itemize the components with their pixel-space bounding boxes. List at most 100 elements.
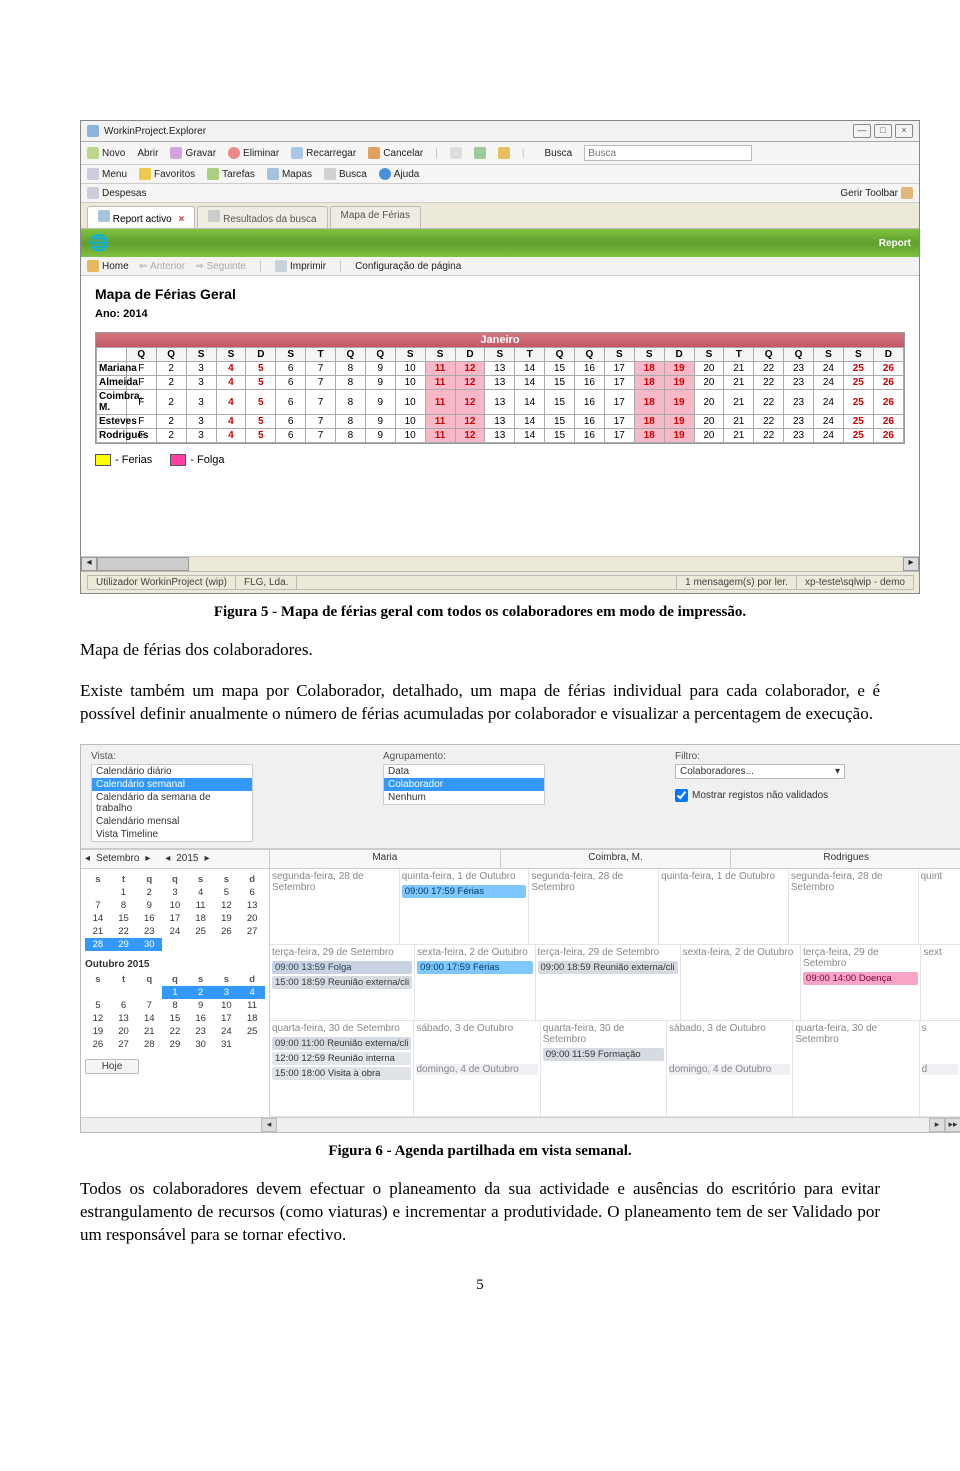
report-header-band: 🌐 Mapa de Férias Geral Report [81,229,919,257]
imprimir-button[interactable]: Imprimir [275,260,326,272]
status-spacer [296,575,677,590]
event-folga[interactable]: 09:00 13:59 Folga [272,961,412,974]
search-tab-icon [208,210,220,222]
home-icon [87,260,99,272]
mini-calendar-sep[interactable]: stqqssd 12345678910111213141516171819202… [85,873,265,951]
ajuda-button[interactable]: Ajuda [379,168,420,180]
day-label: sexta-feira, 2 de Outubro [417,947,532,958]
tab-report-activo[interactable]: Report activo × [87,206,195,228]
status-user: Utilizador WorkinProject (wip) [87,575,236,590]
abrir-button[interactable]: Abrir [137,148,158,159]
prev-month-button[interactable]: ◂ [85,853,90,864]
day-label: segunda-feira, 28 de Setembro [531,871,656,893]
scroll-right-button[interactable]: ▸ [903,557,919,571]
event-reuniao-interna[interactable]: 12:00 12:59 Reunião interna [272,1052,411,1065]
nav-year: 2015 [176,853,198,864]
hoje-button[interactable]: Hoje [85,1059,139,1074]
scroll-thumb[interactable] [97,557,189,571]
tarefas-button[interactable]: Tarefas [207,168,255,180]
day-label-cut: d [922,1064,958,1075]
horizontal-scrollbar[interactable]: ◂ ▸ [81,556,919,571]
search-input[interactable] [584,145,752,161]
scroll-right-small[interactable]: ▸ [929,1118,945,1132]
tab-mapa-ferias[interactable]: Mapa de Férias [330,206,421,228]
maximize-button[interactable]: □ [874,124,892,138]
eliminar-button[interactable]: Eliminar [228,147,279,159]
anterior-button[interactable]: ⇐ Anterior [139,261,185,272]
minimize-button[interactable]: — [853,124,871,138]
seguinte-button[interactable]: ⇒ Seguinte [195,261,246,272]
person-header-row: ◂ Setembro ▸ ◂ 2015 ▸ Maria Coimbra, M. … [81,849,960,869]
next-year-button[interactable]: ▸ [204,853,209,864]
para-mapa-ferias: Mapa de férias dos colaboradores. [80,639,880,662]
month-header: Janeiro [96,333,904,347]
agenda-grid: segunda-feira, 28 de Setembro quinta-fei… [270,869,960,1117]
close-button[interactable]: × [895,124,913,138]
config-icon[interactable] [474,147,486,159]
close-tab-icon[interactable]: × [178,214,184,225]
day-label: sábado, 3 de Outubro [416,1023,537,1034]
report-body: Mapa de Férias Geral Ano: 2014 Janeiro Q… [81,276,919,556]
event-doenca[interactable]: 09:00 14:00 Doença [803,972,918,985]
caption-figura6: Figura 6 - Agenda partilhada em vista se… [80,1143,880,1160]
event-reuniao-externa[interactable]: 09:00 11:00 Reunião externa/cli [272,1037,411,1050]
day-label: quinta-feira, 1 de Outubro [402,871,527,882]
menu-button[interactable]: Menu [87,168,127,180]
ie-icon: 🌐 [89,235,109,252]
gerir-toolbar-button[interactable]: Gerir Toolbar [840,187,913,199]
day-label: segunda-feira, 28 de Setembro [272,871,397,893]
tabstrip: Report activo × Resultados da busca Mapa… [81,203,919,229]
report-toolbar: Home ⇐ Anterior ⇒ Seguinte Imprimir Conf… [81,257,919,276]
event-ferias[interactable]: 09:00 17:59 Férias [417,961,532,974]
day-label: sábado, 3 de Outubro [669,1023,790,1034]
vista-listbox[interactable]: Calendário diárioCalendário semanalCalen… [91,764,253,842]
event-visita-obra[interactable]: 15:00 18:00 Visita à obra [272,1067,411,1080]
novo-button[interactable]: Novo [87,147,125,159]
next-month-button[interactable]: ▸ [145,853,150,864]
mostrar-checkbox[interactable] [675,789,688,802]
maps-icon [267,168,279,180]
help-icon [379,168,391,180]
event-reuniao-externa[interactable]: 15:00 18:59 Reunião externa/cli [272,976,412,989]
person-col-header: Coimbra, M. [501,850,732,868]
recarregar-button[interactable]: Recarregar [291,147,356,159]
favoritos-button[interactable]: Favoritos [139,168,195,180]
settings-icon[interactable] [450,147,462,159]
tasks-icon [207,168,219,180]
star-icon [139,168,151,180]
agrup-listbox[interactable]: DataColaboradorNenhum [383,764,545,805]
calendar-table: QQSSDSTQQSSDSTQQSSDSTQQSSD MarianaF23456… [96,347,904,443]
scroll-left-button[interactable]: ◂ [261,1118,277,1132]
day-label: domingo, 4 de Outubro [669,1064,790,1075]
reload-icon [291,147,303,159]
toolbar-main: Novo Abrir Gravar Eliminar Recarregar Ca… [81,142,919,165]
mini-calendar-oct[interactable]: Outubro 2015stqqssd 12345678910111213141… [85,959,265,1051]
scroll-right-big[interactable]: ▸▸ [945,1118,960,1132]
tab-resultados-busca[interactable]: Resultados da busca [197,206,327,228]
screenshot-mapa-ferias: WorkinProject.Explorer — □ × Novo Abrir … [80,120,920,594]
page-number: 5 [0,1277,960,1294]
event-reuniao-externa[interactable]: 09:00 18:59 Reunião externa/cli [538,961,678,974]
gravar-button[interactable]: Gravar [170,147,216,159]
horizontal-scrollbar[interactable]: ◂ ▸ ▸▸ [81,1117,960,1132]
home-small-icon[interactable] [498,147,510,159]
search-icon [324,168,336,180]
window-title: WorkinProject.Explorer [104,126,206,137]
search-label: Busca [544,148,572,159]
home-button[interactable]: Home [87,260,129,272]
event-formacao[interactable]: 09:00 11:59 Formação [543,1048,664,1061]
window-titlebar: WorkinProject.Explorer — □ × [81,121,919,142]
filter-bar: Vista: Calendário diárioCalendário seman… [81,745,960,849]
mapas-button[interactable]: Mapas [267,168,312,180]
legend-ferias-swatch [95,454,111,466]
scroll-left-button[interactable]: ◂ [81,557,97,571]
chart-icon [98,210,110,222]
day-label-cut: s [922,1023,958,1034]
event-ferias[interactable]: 09:00 17:59 Férias [402,885,527,898]
prev-year-button[interactable]: ◂ [165,853,170,864]
busca-button[interactable]: Busca [324,168,367,180]
colaboradores-combo[interactable]: Colaboradores...▾ [675,764,845,779]
despesas-button[interactable]: Despesas [87,187,146,199]
cancelar-button[interactable]: Cancelar [368,147,423,159]
config-pagina-button[interactable]: Configuração de página [355,261,461,272]
